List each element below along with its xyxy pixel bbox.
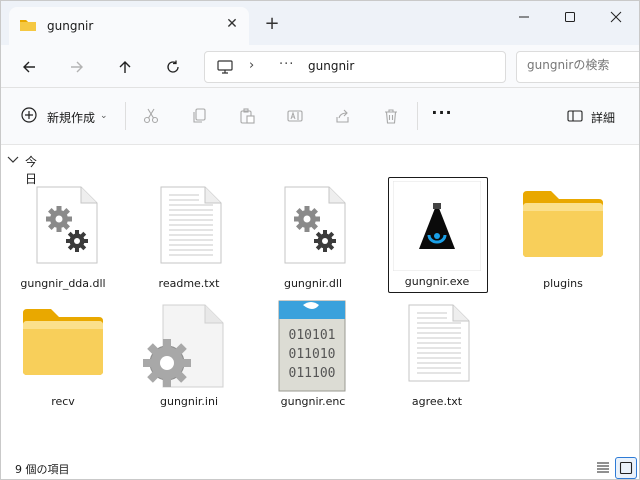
folder-item[interactable]: recv [13,297,123,415]
rename-button[interactable] [281,102,309,130]
up-button[interactable] [111,53,139,81]
close-icon [610,11,622,23]
share-icon [336,109,349,123]
file-name: readme.txt [158,277,220,290]
toolbar-divider [125,102,126,130]
file-name: gungnir.exe [404,275,470,288]
arrow-up-icon [119,61,131,73]
paste-button[interactable] [233,102,261,130]
delete-button[interactable] [377,102,405,130]
new-button-label: 新規作成 [47,111,96,125]
folder-icon [19,18,37,35]
file-name: gungnir.dll [283,277,343,290]
binary-line: 011100 [289,366,336,381]
close-button[interactable] [593,1,639,33]
details-pane-button[interactable]: 詳細 [563,102,633,130]
tab-title: gungnir [47,19,94,33]
file-item[interactable]: gungnir.exe [387,177,497,295]
back-button[interactable] [15,53,43,81]
folder-name: plugins [543,277,583,290]
text-file-icon [160,186,222,264]
refresh-icon [167,60,179,73]
maximize-icon [565,12,575,22]
dll-file-icon [36,186,98,264]
binary-line: 011010 [289,347,336,362]
new-tab-button[interactable]: + [259,13,285,35]
refresh-button[interactable] [159,53,187,81]
binary-file-icon: 010101 011010 011100 [278,300,346,392]
this-pc-icon[interactable] [217,60,233,77]
list-view-icon [597,462,609,473]
minimize-icon [519,16,529,18]
text-file-icon [408,304,470,382]
folder-icon [523,191,603,257]
tab-close-icon[interactable]: ✕ [221,13,243,35]
breadcrumb-separator[interactable]: › [249,58,254,73]
binary-line: 010101 [289,328,336,343]
chevron-down-icon: ⌄ [100,111,108,121]
file-item[interactable]: 010101 011010 011100 gungnir.enc [263,297,373,415]
breadcrumb-current[interactable]: gungnir [308,59,354,73]
plus-circle-icon [21,107,37,123]
copy-icon [193,108,206,123]
search-box[interactable] [516,51,639,83]
toolbar-divider [417,102,418,130]
file-item[interactable]: gungnir.dll [263,179,373,297]
folder-item[interactable]: plugins [513,179,623,297]
folder-icon [23,309,103,375]
more-options-button[interactable]: ··· [429,104,455,128]
search-input[interactable] [527,58,637,72]
file-name: agree.txt [411,395,463,408]
maximize-button[interactable] [547,1,593,33]
details-label: 詳細 [591,111,616,125]
navigation-bar: › ··· gungnir [1,45,639,88]
arrow-right-icon [71,61,83,73]
file-name: gungnir.ini [159,395,219,408]
trash-icon [385,109,397,124]
title-bar: gungnir ✕ + [1,1,639,45]
file-item[interactable]: agree.txt [387,297,497,415]
file-item[interactable]: readme.txt [139,179,249,297]
item-count: 9 個の項目 [15,463,70,476]
details-view-button[interactable] [593,457,613,477]
rename-icon [287,110,303,122]
file-item[interactable]: gungnir.ini [139,297,249,415]
tiles-view-icon [619,461,633,475]
file-item[interactable]: gungnir_dda.dll [13,179,123,297]
details-pane-icon [567,110,583,122]
dll-file-icon [284,186,346,264]
breadcrumb-overflow[interactable]: ··· [279,57,294,72]
command-bar: 新規作成 ⌄ ··· 詳細 [1,88,639,145]
scissors-icon [143,108,159,124]
chevron-down-icon [7,156,19,163]
ini-settings-file-icon [143,304,224,388]
address-bar[interactable]: › ··· gungnir [204,51,506,83]
status-bar: 9 個の項目 [1,453,639,479]
new-button[interactable]: 新規作成 ⌄ [17,102,117,130]
app-exe-icon [393,181,481,271]
copy-button[interactable] [185,102,213,130]
minimize-button[interactable] [501,1,547,33]
arrow-left-icon [23,61,35,73]
file-name: gungnir_dda.dll [20,277,106,290]
share-button[interactable] [329,102,357,130]
cut-button[interactable] [137,102,165,130]
forward-button[interactable] [63,53,91,81]
clipboard-icon [240,108,255,124]
folder-name: recv [51,395,75,408]
large-icons-view-button[interactable] [615,457,637,479]
tab-gungnir[interactable]: gungnir ✕ [9,7,249,45]
file-name: gungnir.enc [280,395,346,408]
file-explorer-window: gungnir ✕ + › ··· gungnir gungnirの検索 新規作… [0,0,640,480]
